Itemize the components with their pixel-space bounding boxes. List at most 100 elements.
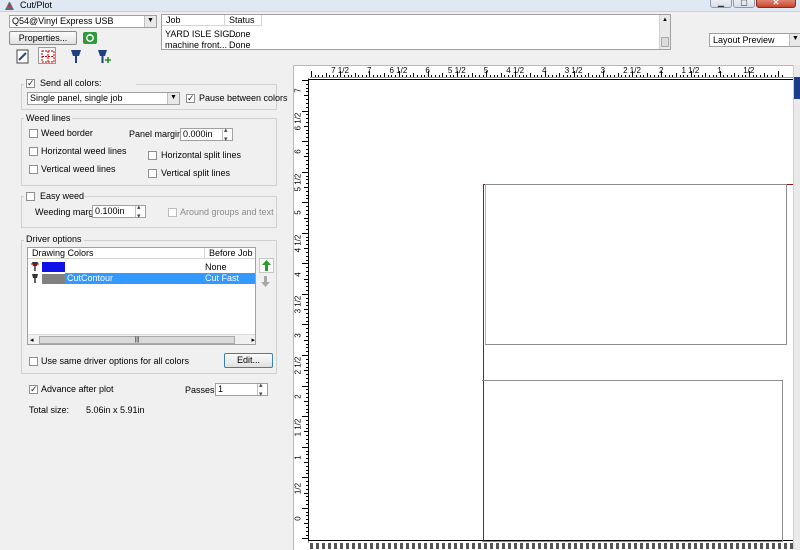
horizontal-weed-lines-label: Horizontal weed lines xyxy=(41,146,127,156)
connect-device-button[interactable] xyxy=(82,31,98,45)
send-all-colors-toggle[interactable]: Send all colors: xyxy=(24,78,136,89)
ruler-tick xyxy=(526,75,528,77)
ruler-label: 2 1/2 xyxy=(294,357,303,375)
drawing-color-name: CutContour xyxy=(67,273,114,283)
media-edge-ticks xyxy=(310,543,794,549)
minimize-button[interactable]: ▁ xyxy=(710,0,732,8)
weed-border-checkbox[interactable] xyxy=(29,129,38,138)
ruler-tick xyxy=(617,73,619,77)
ruler-tick xyxy=(727,75,729,77)
spinner-arrows-icon[interactable] xyxy=(257,381,267,398)
ruler-tick xyxy=(475,75,477,77)
ruler-tick xyxy=(712,75,714,77)
tool-tab-weed[interactable] xyxy=(38,47,56,64)
jobs-scrollbar[interactable]: ▲ xyxy=(659,15,670,49)
drawing-colors-list[interactable]: Drawing Colors Before Job None CutContou… xyxy=(27,247,256,345)
ruler-tick xyxy=(438,75,440,77)
connect-icon xyxy=(83,32,97,44)
scroll-left-icon[interactable]: ◂ xyxy=(30,336,34,344)
ruler-tick xyxy=(683,75,685,77)
properties-button-label: Properties... xyxy=(18,33,68,43)
horizontal-scrollbar[interactable]: ◂ ||| ▸ xyxy=(28,334,255,344)
properties-button[interactable]: Properties... xyxy=(9,31,77,45)
around-groups-checkbox[interactable] xyxy=(168,208,177,217)
maximize-button[interactable]: ▢ xyxy=(733,0,755,8)
ruler-tick xyxy=(471,73,473,77)
panel-margin-stepper[interactable]: 0.000in xyxy=(180,126,233,143)
ruler-tick xyxy=(643,75,645,77)
ruler-tick xyxy=(482,75,484,77)
vertical-split-lines-checkbox[interactable] xyxy=(148,169,157,178)
ruler-tick xyxy=(446,75,448,77)
ruler-tick xyxy=(384,73,385,77)
same-driver-options-checkbox[interactable] xyxy=(29,357,38,366)
ruler-tick xyxy=(511,75,513,77)
ruler-label: 3 xyxy=(294,333,303,338)
vertical-weed-lines-checkbox[interactable] xyxy=(29,165,38,174)
scroll-thumb[interactable] xyxy=(794,77,800,99)
device-select[interactable]: Q54@Vinyl Express USB ▼ xyxy=(9,15,157,28)
scroll-right-icon[interactable]: ▸ xyxy=(251,336,255,344)
send-all-colors-checkbox[interactable] xyxy=(26,78,35,88)
ruler-tick xyxy=(738,75,740,77)
horizontal-weed-lines-checkbox[interactable] xyxy=(29,147,38,156)
advance-after-plot-checkbox[interactable] xyxy=(29,384,38,394)
chevron-down-icon[interactable]: ▼ xyxy=(167,93,179,104)
ruler-tick xyxy=(493,75,495,77)
easy-weed-checkbox[interactable] xyxy=(26,192,35,201)
edit-button[interactable]: Edit... xyxy=(224,353,273,368)
scroll-thumb[interactable]: ||| xyxy=(39,336,235,344)
blade-add-icon xyxy=(98,50,111,63)
jobs-column-status[interactable]: Status xyxy=(225,15,262,26)
ruler-tick xyxy=(676,73,677,77)
drawing-colors-column[interactable]: Drawing Colors xyxy=(28,248,205,259)
tool-tab-blade[interactable] xyxy=(66,47,84,64)
ruler-tick xyxy=(562,75,564,77)
ruler-tick xyxy=(486,71,488,77)
jobs-row-job[interactable]: YARD ISLE SIG... xyxy=(165,29,237,40)
ruler-tick xyxy=(347,75,349,77)
jobs-row-job[interactable]: machine front... xyxy=(165,40,227,49)
tool-tab-general[interactable] xyxy=(13,47,31,64)
device-select-value: Q54@Vinyl Express USB xyxy=(12,16,114,26)
jobs-list[interactable]: Job Status YARD ISLE SIG... Done machine… xyxy=(161,14,671,50)
ruler-tick xyxy=(394,75,396,77)
passes-value: 1 xyxy=(218,384,224,394)
scroll-thumb[interactable] xyxy=(661,37,669,47)
ruler-tick xyxy=(741,75,743,77)
ruler-tick xyxy=(705,73,707,77)
passes-stepper[interactable]: 1 xyxy=(215,381,268,398)
easy-weed-toggle[interactable]: Easy weed xyxy=(24,191,84,202)
scroll-up-icon[interactable]: ▲ xyxy=(661,17,669,23)
spinner-arrows-icon[interactable] xyxy=(222,126,232,143)
ruler-tick xyxy=(778,71,780,77)
design-panel[interactable] xyxy=(485,184,787,345)
spinner-arrows-icon[interactable] xyxy=(135,203,145,220)
before-job-column[interactable]: Before Job xyxy=(205,248,255,259)
preview-scrollbar[interactable] xyxy=(793,65,800,550)
blade-icon xyxy=(71,50,81,63)
chevron-down-icon[interactable]: ▼ xyxy=(789,34,800,46)
ruler-tick xyxy=(311,71,312,77)
color-mode-select[interactable]: Single panel, single job ▼ xyxy=(27,92,180,105)
ruler-tick xyxy=(628,75,630,77)
close-button[interactable]: ✕ xyxy=(756,0,796,8)
ruler-tick xyxy=(613,75,615,77)
ruler-tick xyxy=(409,75,411,77)
move-down-button[interactable] xyxy=(259,275,274,290)
tool-tab-blade-add[interactable] xyxy=(94,47,112,64)
ruler-tick xyxy=(398,71,400,77)
move-up-button[interactable] xyxy=(259,258,274,273)
panel-margin-label: Panel margin: xyxy=(129,129,185,139)
ruler-tick xyxy=(566,75,568,77)
design-panel[interactable] xyxy=(482,380,783,542)
chevron-down-icon[interactable]: ▼ xyxy=(144,16,156,27)
weeding-margin-stepper[interactable]: 0.100in xyxy=(92,203,146,220)
ruler-tick xyxy=(650,75,652,77)
ruler-tick xyxy=(420,75,422,77)
view-mode-select[interactable]: Layout Preview ▼ xyxy=(709,33,800,47)
horizontal-split-lines-checkbox[interactable] xyxy=(148,151,157,160)
pause-between-colors-checkbox[interactable] xyxy=(186,93,195,103)
ruler-tick xyxy=(723,75,725,77)
jobs-column-job[interactable]: Job xyxy=(162,15,225,26)
